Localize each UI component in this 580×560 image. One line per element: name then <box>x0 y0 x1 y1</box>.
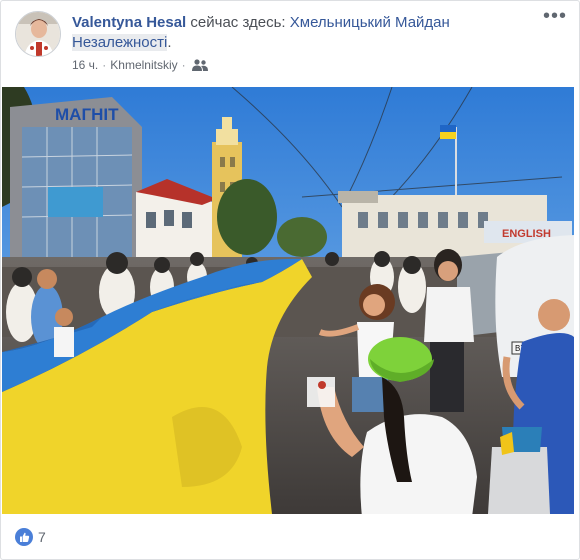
status-text: сейчас здесь: <box>190 14 286 31</box>
post-meta: 16 ч. · Khmelnitskiy · <box>72 58 208 72</box>
facebook-post: Valentyna Hesal сейчас здесь: Хмельницьк… <box>0 0 580 560</box>
more-options-icon[interactable]: ••• <box>543 6 567 31</box>
post-reactions: 7 <box>15 528 46 546</box>
post-photo[interactable]: МАГНІТ ENGLISH <box>2 87 574 514</box>
post-header: Valentyna Hesal сейчас здесь: Хмельницьк… <box>15 6 567 77</box>
like-icon[interactable] <box>15 528 33 546</box>
place-name-line2: Незалежності <box>72 34 168 51</box>
author-avatar[interactable] <box>15 11 61 57</box>
place-name-line1: Хмельницький Майдан <box>289 14 450 31</box>
avatar-image <box>16 12 60 56</box>
meta-separator: · <box>102 58 107 72</box>
meta-separator-2: · <box>181 58 186 72</box>
like-count[interactable]: 7 <box>38 529 46 545</box>
post-location[interactable]: Khmelnitskiy <box>110 58 177 72</box>
photo-scene: МАГНІТ ENGLISH <box>2 87 574 514</box>
store-sign: МАГНІТ <box>55 105 119 124</box>
post-timestamp[interactable]: 16 ч. <box>72 58 98 72</box>
author-name[interactable]: Valentyna Hesal <box>72 14 186 31</box>
post-headline: Valentyna Hesal сейчас здесь: Хмельницьк… <box>72 13 512 53</box>
friends-icon[interactable] <box>191 59 208 71</box>
headline-period: . <box>167 34 172 51</box>
